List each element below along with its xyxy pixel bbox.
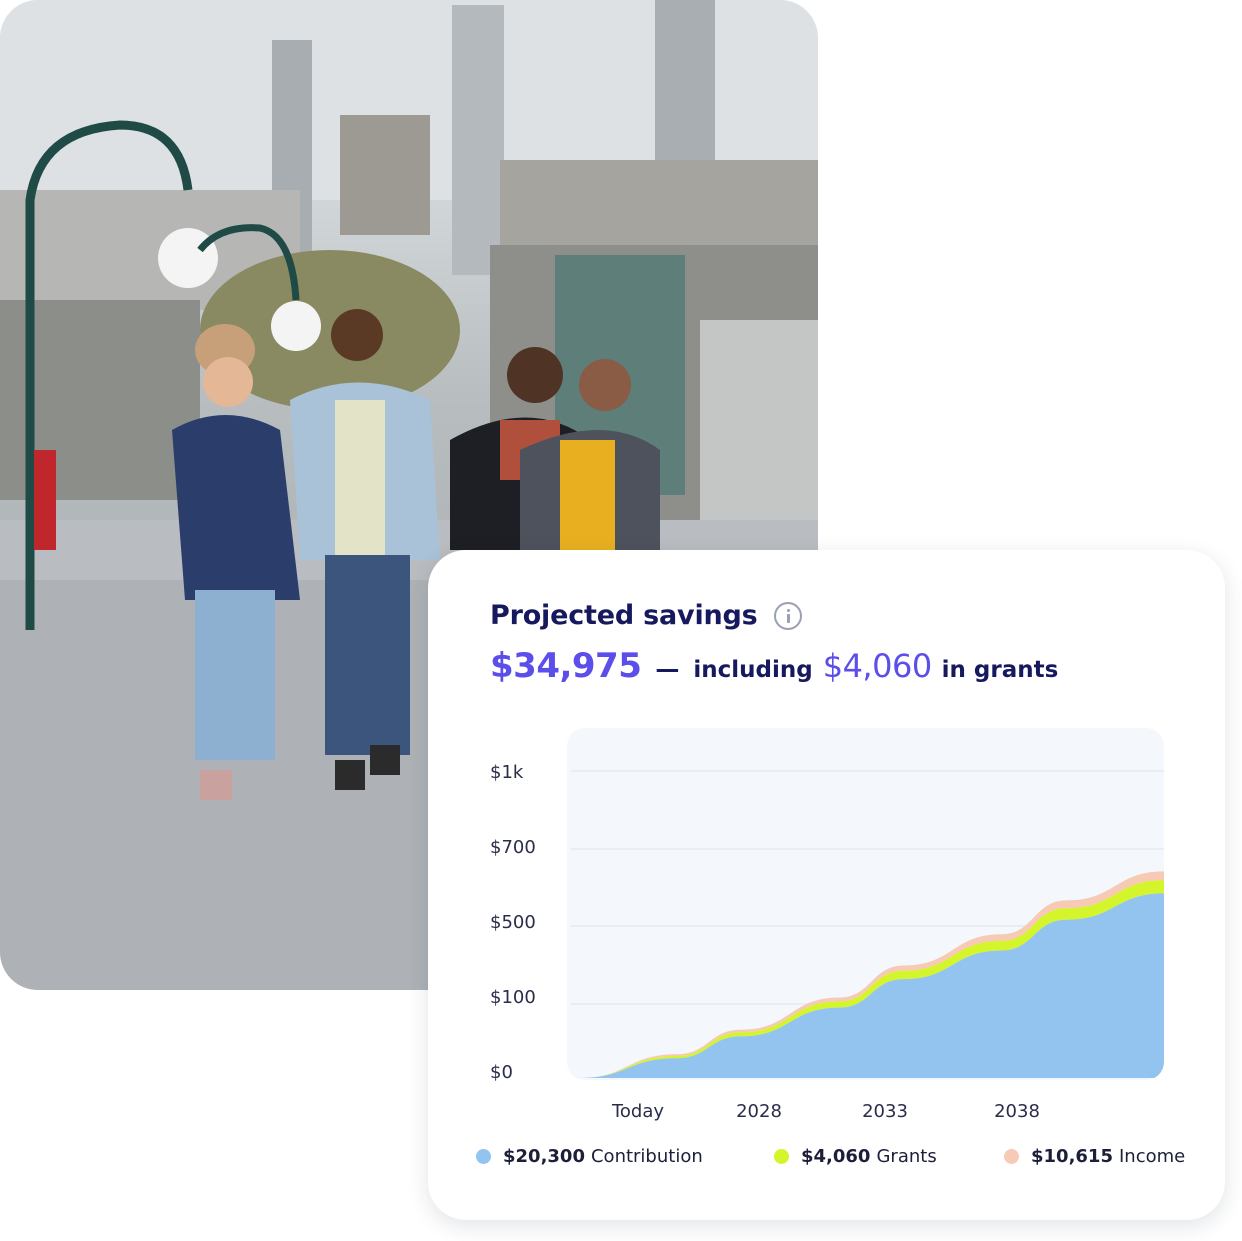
legend-dot-grants <box>774 1149 789 1164</box>
legend-dot-contribution <box>476 1149 491 1164</box>
y-tick-label: $100 <box>490 987 536 1008</box>
legend-item-grants: $4,060 Grants <box>774 1146 937 1167</box>
legend-label-grants: Grants <box>876 1146 937 1167</box>
x-tick-label: 2038 <box>994 1101 1040 1122</box>
legend-label-income: Income <box>1118 1146 1186 1167</box>
savings-area-chart: $1k $700 $500 $100 $0 Today 2028 2033 2038 <box>490 728 1164 1122</box>
legend-value-contribution: $20,300 <box>503 1146 585 1167</box>
y-tick-label: $500 <box>490 912 536 933</box>
y-tick-label: $700 <box>490 837 536 858</box>
projected-savings-card: Projected savings $34,975 — including $4… <box>428 550 1225 1220</box>
legend-label-contribution: Contribution <box>590 1146 703 1167</box>
x-tick-label: Today <box>611 1101 664 1122</box>
legend-value-grants: $4,060 <box>801 1146 871 1167</box>
legend-item-income: $10,615 Income <box>1004 1146 1185 1167</box>
x-tick-label: 2033 <box>862 1101 908 1122</box>
x-tick-label: 2028 <box>736 1101 782 1122</box>
legend-dot-income <box>1004 1149 1019 1164</box>
chart-legend: $20,300 Contribution $4,060 Grants $10,6… <box>476 1146 1196 1174</box>
legend-item-contribution: $20,300 Contribution <box>476 1146 703 1167</box>
y-tick-label: $0 <box>490 1062 513 1083</box>
legend-value-income: $10,615 <box>1031 1146 1113 1167</box>
y-tick-label: $1k <box>490 762 524 783</box>
